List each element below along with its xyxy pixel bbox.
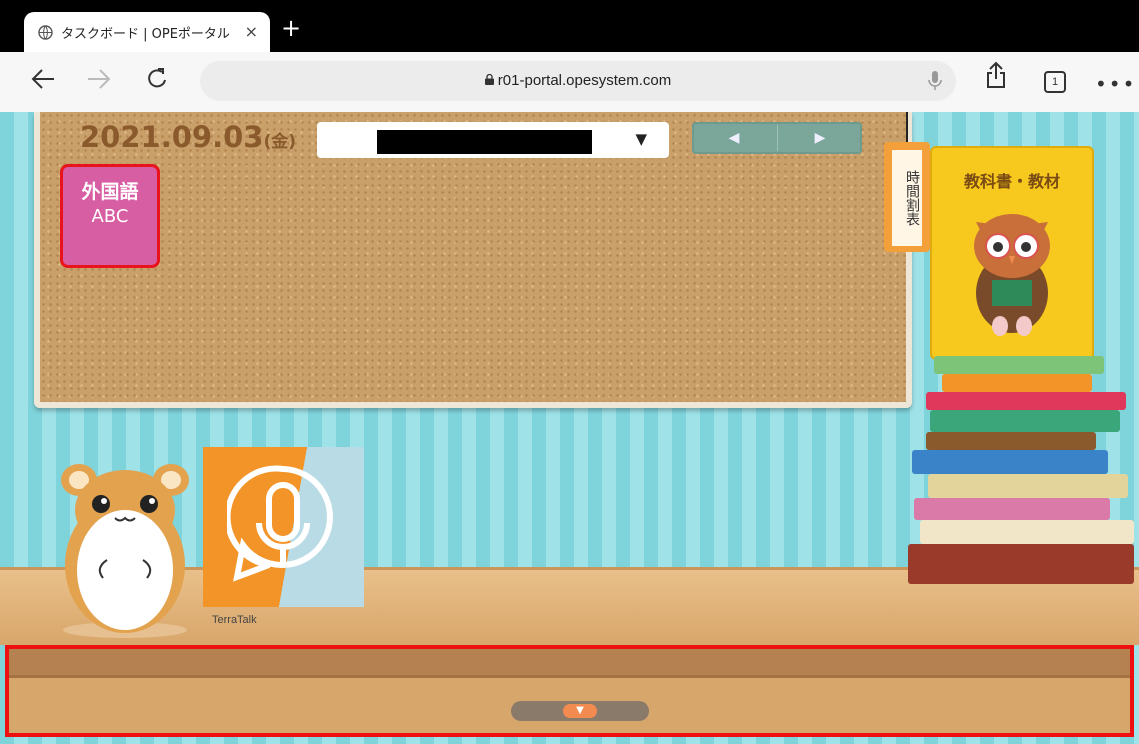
hamster-mascot-icon	[61, 464, 189, 638]
bottom-drawer[interactable]: ▼	[5, 645, 1134, 737]
back-arrow-icon[interactable]	[30, 66, 56, 99]
browser-tab[interactable]: タスクボード | OPEポータル ×	[24, 12, 270, 52]
textbook-button[interactable]: 教科書・教材	[930, 146, 1094, 360]
url-text: r01-portal.opesystem.com	[497, 72, 672, 89]
close-tab-icon[interactable]: ×	[245, 22, 258, 41]
foreign-language-tile[interactable]: 外国語 ABC	[60, 164, 160, 268]
globe-icon	[38, 24, 53, 40]
lock-icon	[484, 73, 494, 88]
microphone-icon[interactable]	[928, 70, 942, 96]
drawer-toggle-icon[interactable]: ▼	[563, 704, 597, 718]
reload-icon[interactable]	[145, 66, 169, 99]
redacted-selection	[377, 130, 592, 154]
date-nav: ◀ ▶	[692, 122, 862, 154]
timetable-label: 時間割表	[892, 150, 922, 246]
drawer-top-edge	[9, 649, 1130, 678]
task-board-page: 2021.09.03(金) ▼ ◀ ▶ 外国語 ABC 時間割表 教科書・教材	[0, 112, 1139, 744]
drawer-handle[interactable]: ▼	[511, 701, 649, 721]
previous-day-button[interactable]: ◀	[692, 122, 776, 154]
more-menu-icon[interactable]: •••	[1095, 72, 1136, 96]
share-icon[interactable]	[985, 61, 1007, 93]
textbook-label: 教科書・教材	[963, 172, 1060, 191]
new-tab-button[interactable]: +	[281, 16, 301, 40]
forward-arrow-icon[interactable]	[86, 66, 112, 99]
foreign-language-label: 外国語	[81, 181, 139, 203]
address-bar[interactable]: r01-portal.opesystem.com	[200, 61, 956, 101]
owl-icon	[974, 214, 1050, 336]
tab-title: タスクボード | OPEポータル	[61, 26, 230, 42]
weekday-text: (金)	[263, 132, 297, 152]
browser-toolbar: r01-portal.opesystem.com 1 •••	[0, 52, 1139, 112]
date-text: 2021.09.03	[80, 120, 264, 154]
microphone-icon	[227, 465, 333, 582]
timetable-tag[interactable]: 時間割表	[884, 142, 930, 252]
abc-icon: ABC	[91, 206, 129, 227]
terratalk-app-icon[interactable]	[203, 447, 364, 607]
tab-count-button[interactable]: 1	[1044, 71, 1066, 93]
terratalk-label: TerraTalk	[212, 614, 257, 626]
next-day-button[interactable]: ▶	[778, 122, 862, 154]
browser-tab-bar: タスクボード | OPEポータル × +	[0, 0, 1139, 52]
dropdown-caret-icon: ▼	[635, 130, 647, 148]
board-date: 2021.09.03(金)	[80, 120, 296, 154]
hanging-string	[906, 112, 908, 142]
class-select[interactable]: ▼	[317, 122, 669, 158]
book-stack	[904, 356, 1136, 596]
